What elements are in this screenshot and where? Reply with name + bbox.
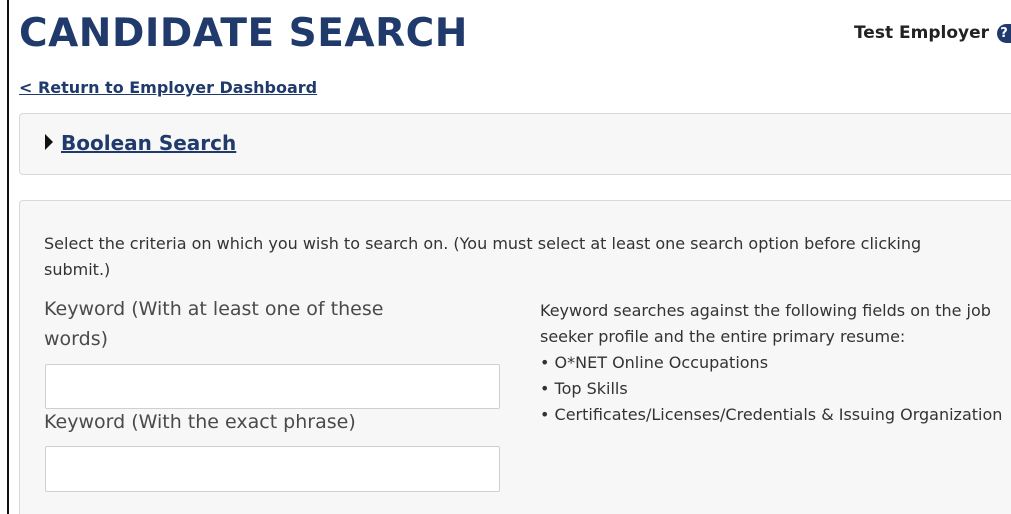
keyword-help-text: Keyword searches against the following f…	[540, 298, 1010, 428]
list-item: Certificates/Licenses/Credentials & Issu…	[540, 402, 1010, 428]
keyword-any-input[interactable]	[45, 364, 500, 409]
boolean-search-panel: Boolean Search	[19, 113, 1011, 175]
boolean-search-toggle[interactable]: Boolean Search	[61, 131, 236, 155]
keyword-any-label: Keyword (With at least one of these word…	[44, 298, 384, 350]
user-area: Test Employer ?	[854, 23, 1011, 43]
list-item: O*NET Online Occupations	[540, 350, 1010, 376]
page-frame: CANDIDATE SEARCH Test Employer ? < Retur…	[7, 0, 1011, 514]
keyword-help-list: O*NET Online Occupations Top Skills Cert…	[540, 350, 1010, 428]
caret-right-icon[interactable]	[45, 134, 53, 150]
keyword-help-intro: Keyword searches against the following f…	[540, 301, 991, 346]
search-instructions: Select the criteria on which you wish to…	[44, 234, 922, 279]
page-title: CANDIDATE SEARCH	[19, 11, 468, 56]
search-criteria-panel: Select the criteria on which you wish to…	[19, 200, 1011, 514]
question-circle-icon[interactable]: ?	[997, 23, 1011, 43]
return-to-dashboard-link[interactable]: < Return to Employer Dashboard	[19, 78, 317, 97]
list-item: Top Skills	[540, 376, 1010, 402]
keyword-exact-label: Keyword (With the exact phrase)	[44, 411, 356, 433]
keyword-exact-input[interactable]	[45, 446, 500, 492]
user-name[interactable]: Test Employer	[854, 23, 989, 43]
